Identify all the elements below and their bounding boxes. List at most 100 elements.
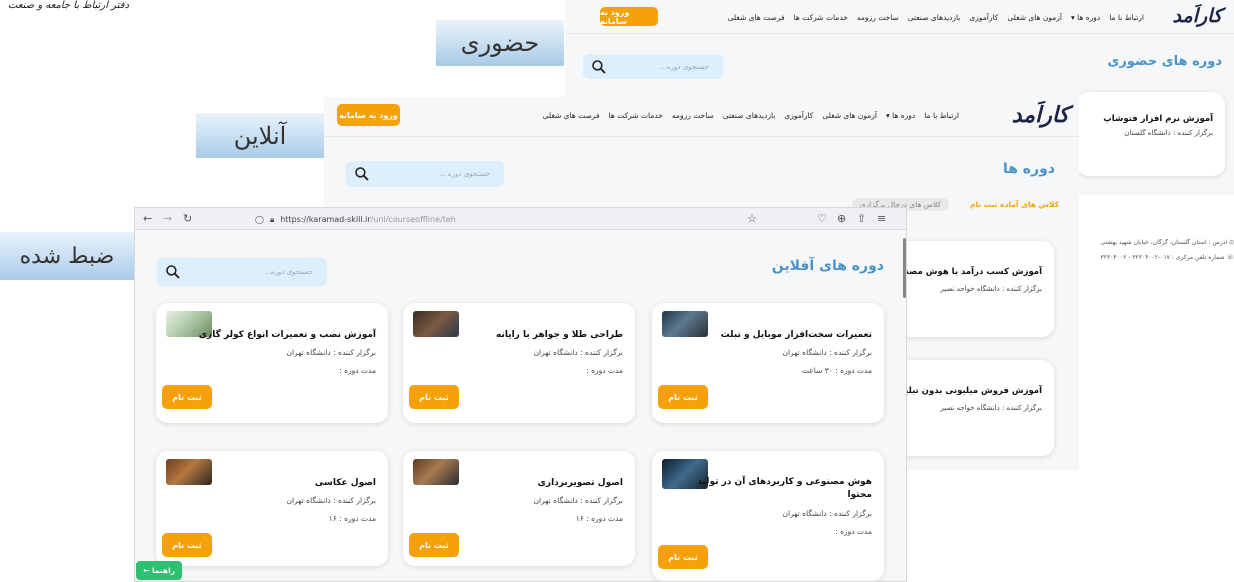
course-organizer: برگزار کننده : دانشگاه تهران [533, 496, 624, 505]
search-placeholder: جستجوی دوره... [264, 268, 313, 276]
menu-item-contact[interactable]: ارتباط با ما [924, 111, 959, 120]
search-placeholder: جستجوی دوره ... [439, 170, 490, 178]
course-organizer: برگزار کننده : دانشگاه خواجه نصیر [940, 285, 1042, 293]
back-icon[interactable]: ← [143, 212, 152, 225]
menu-item-resume[interactable]: ساخت رزومه [672, 111, 714, 120]
register-button[interactable]: ثبت نام [658, 545, 708, 569]
scrollbar[interactable] [903, 238, 906, 298]
course-title: آموزش نصب و تعمیرات انواع کولر گازی [198, 330, 376, 340]
navbar: ورود به سامانه ارتباط با ما دوره ها ▾ آز… [565, 0, 1234, 34]
course-card[interactable]: اصول عکاسی برگزار کننده : دانشگاه تهران … [156, 451, 388, 566]
extensions-icon[interactable]: ⇧ [857, 212, 866, 225]
course-card[interactable]: طراحی طلا و جواهر با رایانه برگزار کننده… [403, 303, 635, 423]
course-title: اصول عکاسی [314, 478, 376, 488]
address-bar[interactable]: ◯ 🔒︎ https://karamad-skill.ir/uni/course… [255, 212, 715, 227]
course-organizer: برگزار کننده : دانشگاه تهران [286, 496, 377, 505]
course-card[interactable]: اصول تصویربرداری برگزار کننده : دانشگاه … [403, 451, 635, 566]
bookmark-star-icon[interactable]: ☆ [747, 212, 757, 225]
label-online: آنلاین [196, 113, 324, 158]
course-organizer: برگزار کننده : دانشگاه تهران [782, 509, 873, 518]
label-in-person: حضوری [436, 20, 564, 66]
login-button[interactable]: ورود به سامانه [337, 104, 400, 126]
register-button[interactable]: ثبت نام [162, 385, 212, 409]
page-title: دوره ها [1002, 161, 1055, 177]
course-title: اصول تصویربرداری [537, 478, 623, 488]
search-placeholder: جستجوی دوره... [660, 62, 709, 71]
course-duration: مدت دوره : [586, 366, 623, 375]
pocket-icon[interactable]: ♡ [817, 212, 827, 225]
menu-item-internship[interactable]: کارآموزی [784, 111, 813, 120]
menu-item-resume[interactable]: ساخت رزومه [857, 13, 899, 22]
reload-icon[interactable]: ↻ [183, 212, 192, 225]
course-search-input[interactable]: جستجوی دوره... [583, 54, 723, 79]
page-title: دوره های آفلاین [771, 258, 884, 274]
menu-item-industrial-visits[interactable]: بازدیدهای صنعتی [723, 111, 776, 120]
url-domain: https://karamad-skill.ir [280, 215, 371, 224]
menu-item-courses[interactable]: دوره ها ▾ [886, 111, 915, 120]
account-icon[interactable]: ⊕ [837, 212, 846, 225]
course-thumbnail [413, 311, 459, 337]
menu-item-job-opportunities[interactable]: فرصت های شغلی [543, 111, 600, 120]
course-duration: مدت دوره : ۱۶ [328, 514, 376, 523]
course-card[interactable]: آموزش کسب درآمد با هوش مصنوعی برگزار کنن… [884, 241, 1054, 337]
main-menu: ارتباط با ما دوره ها ▾ آزمون های شغلی کا… [728, 13, 1144, 22]
page-title: دوره های حضوری [1107, 54, 1223, 69]
lock-icon: 🔒︎ [269, 214, 275, 224]
course-thumbnail [662, 311, 708, 337]
search-icon [166, 265, 180, 279]
course-search-input[interactable]: جستجوی دوره... [157, 258, 327, 286]
menu-icon[interactable]: ≡ [877, 212, 886, 225]
site-logo[interactable]: کاراَمد [1012, 103, 1070, 128]
course-duration: مدت دوره : ۱۶ [575, 514, 623, 523]
course-organizer: برگزار کننده : دانشگاه گلستان [1124, 129, 1213, 137]
browser-toolbar: ← → ↻ ◯ 🔒︎ https://karamad-skill.ir/uni/… [135, 208, 906, 230]
course-title: آموزش فروش میلیونی بدون تبلیغات [888, 386, 1042, 396]
login-button[interactable]: ورود به سامانه [600, 7, 658, 26]
menu-item-job-tests[interactable]: آزمون های شغلی [822, 111, 877, 120]
course-card[interactable]: آموزش نرم افزار فتوشاپ برگزار کننده : دا… [1077, 92, 1225, 176]
course-card[interactable]: آموزش فروش میلیونی بدون تبلیغات برگزار ک… [884, 360, 1054, 456]
course-duration: مدت دوره : ۳۰ ساعت [801, 366, 872, 375]
course-thumbnail [166, 459, 212, 485]
search-icon [355, 167, 369, 181]
tab-ready-for-registration[interactable]: کلاس های آماده ثبت نام [970, 200, 1059, 209]
course-thumbnail [413, 459, 459, 485]
course-duration: مدت دوره : [835, 527, 872, 536]
register-button[interactable]: ثبت نام [658, 385, 708, 409]
search-icon [592, 59, 606, 74]
navbar: ورود به سامانه ارتباط با ما دوره ها ▾ آز… [324, 97, 1079, 137]
course-title: تعمیرات سخت‌افزار موبایل و تبلت [720, 330, 872, 340]
menu-item-company-services[interactable]: خدمات شرکت ها [794, 13, 848, 22]
course-title: طراحی طلا و جواهر با رایانه [496, 330, 623, 340]
menu-item-contact[interactable]: ارتباط با ما [1109, 13, 1144, 22]
forward-icon[interactable]: → [163, 212, 172, 225]
course-search-input[interactable]: جستجوی دوره ... [346, 161, 504, 187]
register-button[interactable]: ثبت نام [162, 533, 212, 557]
main-menu: ارتباط با ما دوره ها ▾ آزمون های شغلی کا… [543, 111, 959, 120]
recorded-courses-browser: ← → ↻ ◯ 🔒︎ https://karamad-skill.ir/uni/… [134, 207, 907, 582]
course-duration: مدت دوره : [339, 366, 376, 375]
menu-item-job-opportunities[interactable]: فرصت های شغلی [728, 13, 785, 22]
menu-item-internship[interactable]: کارآموزی [969, 13, 998, 22]
course-card[interactable]: هوش مصنوعی و کاربردهای آن در تولید محتوا… [652, 451, 884, 581]
course-title-line2: محتوا [847, 490, 872, 500]
menu-item-industrial-visits[interactable]: بازدیدهای صنعتی [908, 13, 961, 22]
slogan-text: دفتر ارتباط با جامعه و صنعت [8, 0, 129, 11]
course-organizer: برگزار کننده : دانشگاه تهران [782, 348, 873, 357]
site-logo[interactable]: کاراَمد [1173, 5, 1223, 27]
course-title: هوش مصنوعی و کاربردهای آن در تولید [697, 477, 872, 487]
register-button[interactable]: ثبت نام [409, 533, 459, 557]
course-title: آموزش کسب درآمد با هوش مصنوعی [885, 267, 1042, 277]
course-organizer: برگزار کننده : دانشگاه تهران [533, 348, 624, 357]
url-path: /uni/courseoffline/teh [370, 215, 456, 224]
help-button[interactable]: راهنما ← [136, 561, 182, 580]
course-card[interactable]: تعمیرات سخت‌افزار موبایل و تبلت برگزار ک… [652, 303, 884, 423]
label-recorded: ضبط شده [0, 232, 134, 280]
menu-item-courses[interactable]: دوره ها ▾ [1071, 13, 1100, 22]
footer-address: ⊙ آدرس : استان گلستان، گرگان، خیابان شهی… [1100, 239, 1234, 246]
menu-item-company-services[interactable]: خدمات شرکت ها [609, 111, 663, 120]
shield-icon: ◯ [255, 215, 264, 224]
course-card[interactable]: آموزش نصب و تعمیرات انواع کولر گازی برگز… [156, 303, 388, 423]
menu-item-job-tests[interactable]: آزمون های شغلی [1007, 13, 1062, 22]
register-button[interactable]: ثبت نام [409, 385, 459, 409]
